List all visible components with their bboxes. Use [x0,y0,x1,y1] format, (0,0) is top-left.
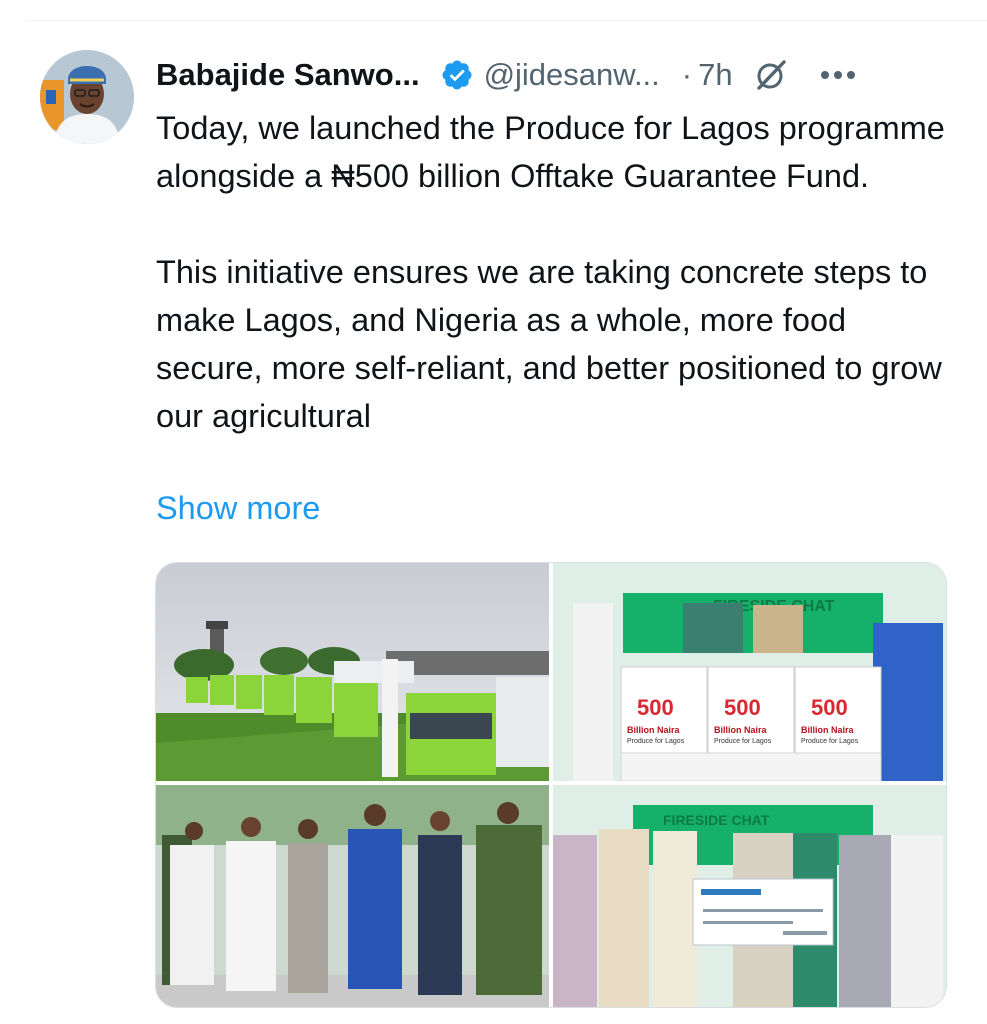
box-1-line1: Billion Naira [627,725,681,735]
top-divider [26,20,987,21]
show-more-link[interactable]: Show more [156,484,320,532]
author-name[interactable]: Babajide Sanwo... [156,57,420,93]
box-2-line2: Produce for Lagos [714,738,772,745]
box-3-line2: Produce for Lagos [801,738,859,745]
box-3-line1: Billion Naira [801,725,855,735]
more-options-icon[interactable] [819,69,857,81]
photo-officials-walking[interactable] [156,785,549,1007]
box-2-line1: Billion Naira [714,725,768,735]
tweet-header: Babajide Sanwo... @jidesanw... · 7h [156,52,959,98]
box-2-number: 500 [724,695,761,720]
separator-dot: · [681,57,693,92]
photo-fireside-boxes[interactable]: FIRESIDE CHAT 500 500 500 Billion Naira … [553,563,946,781]
tweet-paragraph-2: This initiative ensures we are taking co… [156,254,942,434]
tweet-paragraph-1: Today, we launched the Produce for Lagos… [156,110,945,194]
fireside-banner-bottom: FIRESIDE CHAT [663,812,770,828]
verified-badge-icon [442,60,472,90]
author-handle[interactable]: @jidesanw... [484,57,660,93]
author-avatar[interactable] [40,50,134,144]
photo-cheque-presentation[interactable]: FIRESIDE CHAT [553,785,946,1007]
tweet-text: Today, we launched the Produce for Lagos… [156,104,946,440]
box-1-line2: Produce for Lagos [627,738,685,745]
grok-icon[interactable] [753,57,789,93]
box-1-number: 500 [637,695,674,720]
media-grid: FIRESIDE CHAT 500 500 500 Billion Naira … [155,562,947,1008]
post-time[interactable]: 7h [698,57,732,93]
box-3-number: 500 [811,695,848,720]
photo-trucks[interactable] [156,563,549,781]
